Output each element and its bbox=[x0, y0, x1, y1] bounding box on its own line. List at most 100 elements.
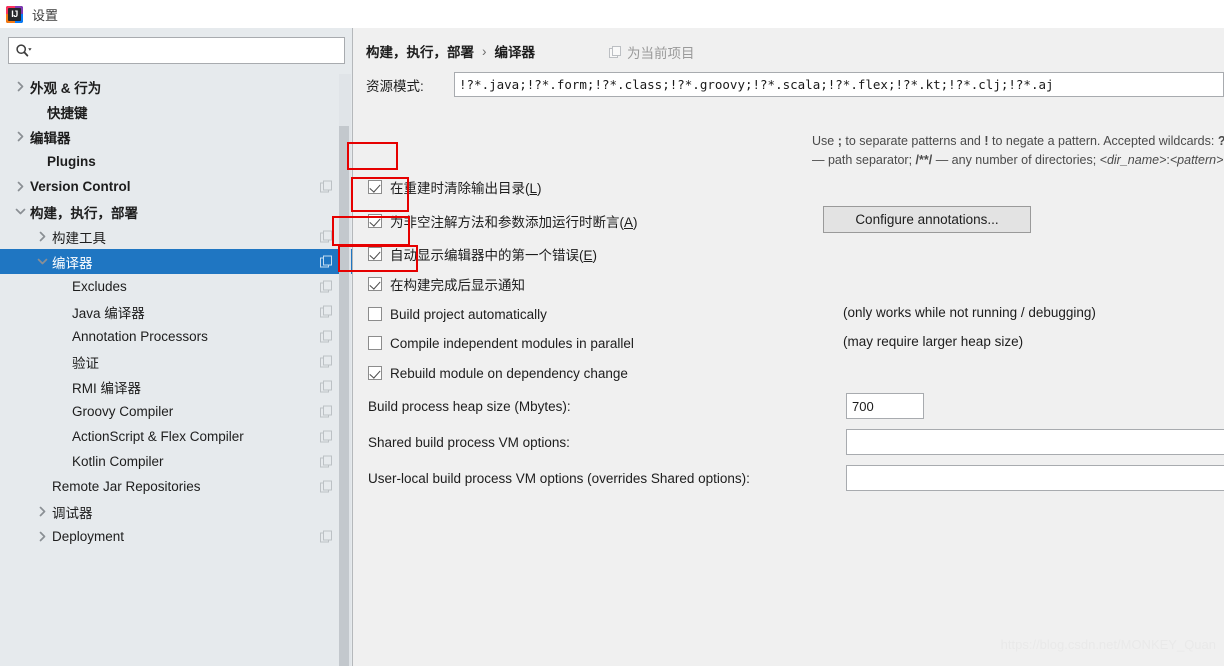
checkbox-row[interactable]: 自动显示编辑器中的第一个错误(E) bbox=[368, 243, 597, 265]
chevron-right-icon[interactable] bbox=[14, 180, 27, 193]
checkbox-input[interactable] bbox=[368, 277, 382, 291]
configure-annotations-button[interactable]: Configure annotations... bbox=[823, 206, 1031, 233]
checkbox-input[interactable] bbox=[368, 214, 382, 228]
chevron-right-icon[interactable] bbox=[36, 505, 49, 518]
sidebar-item[interactable]: Plugins bbox=[0, 149, 352, 174]
resource-patterns-input[interactable] bbox=[454, 72, 1224, 97]
resource-patterns-row: 资源模式: bbox=[366, 72, 1224, 97]
shared-vm-options-label: Shared build process VM options: bbox=[368, 435, 570, 450]
chevron-right-icon[interactable] bbox=[36, 230, 49, 243]
checkbox-label: 在构建完成后显示通知 bbox=[390, 274, 525, 294]
sidebar-item-label: 验证 bbox=[72, 355, 99, 371]
checkbox-label: 自动显示编辑器中的第一个错误(E) bbox=[390, 244, 597, 264]
sidebar-item[interactable]: ActionScript & Flex Compiler bbox=[0, 424, 352, 449]
settings-sidebar: 外观 & 行为快捷键编辑器 Plugins Version Control 构建，执行… bbox=[0, 28, 353, 666]
copy-icon bbox=[320, 230, 332, 242]
shared-vm-options-input[interactable] bbox=[846, 429, 1224, 455]
checkbox-mnemonic: L bbox=[529, 181, 538, 196]
window-title: 设置 bbox=[32, 7, 59, 23]
sidebar-item[interactable]: 验证 bbox=[0, 349, 352, 374]
checkbox-row[interactable]: 在重建时清除输出目录(L) bbox=[368, 176, 542, 198]
checkbox-input[interactable] bbox=[368, 180, 382, 194]
checkbox-input[interactable] bbox=[368, 336, 382, 350]
parallel-compile-note: (may require larger heap size) bbox=[843, 334, 1024, 349]
compiler-settings-panel: 构建，执行，部署 › 编译器 为当前项目 资源模式: Use ; to sepa… bbox=[354, 28, 1224, 666]
checkbox-label: 为非空注解方法和参数添加运行时断言(A) bbox=[390, 211, 638, 231]
checkbox-row[interactable]: Build project automatically bbox=[368, 303, 547, 325]
checkbox-mnemonic: E bbox=[583, 248, 593, 263]
sidebar-item-label: Deployment bbox=[52, 529, 125, 544]
sidebar-item[interactable]: 构建，执行，部署 bbox=[0, 199, 352, 224]
chevron-down-icon[interactable] bbox=[14, 205, 27, 218]
project-scope-indicator: 为当前项目 bbox=[609, 42, 695, 62]
checkbox-label: Rebuild module on dependency change bbox=[390, 366, 628, 381]
sidebar-item-label: Remote Jar Repositories bbox=[52, 479, 201, 494]
checkbox-input[interactable] bbox=[368, 247, 382, 261]
hint-text: Use bbox=[812, 134, 838, 148]
sidebar-item[interactable]: 快捷键 bbox=[0, 99, 352, 124]
sidebar-item[interactable]: 编译器 bbox=[0, 249, 352, 274]
checkbox-row[interactable]: Compile independent modules in parallel bbox=[368, 332, 634, 354]
chevron-right-icon[interactable] bbox=[36, 530, 49, 543]
hint-text: to separate patterns and bbox=[841, 134, 985, 148]
hint-line-1: Use ; to separate patterns and ! to nega… bbox=[812, 132, 1224, 151]
user-vm-options-input[interactable] bbox=[846, 465, 1224, 491]
sidebar-item-label: 编译器 bbox=[52, 255, 93, 271]
intellij-logo-icon: IJ bbox=[6, 5, 23, 23]
copy-icon bbox=[609, 45, 621, 58]
checkbox-input[interactable] bbox=[368, 366, 382, 380]
copy-icon bbox=[320, 405, 332, 417]
heap-size-label: Build process heap size (Mbytes): bbox=[368, 399, 571, 414]
sidebar-item[interactable]: Annotation Processors bbox=[0, 324, 352, 349]
copy-icon bbox=[320, 455, 332, 467]
heap-size-input[interactable] bbox=[846, 393, 924, 419]
sidebar-item[interactable]: Remote Jar Repositories bbox=[0, 474, 352, 499]
copy-icon bbox=[320, 180, 332, 192]
sidebar-item[interactable]: 构建工具 bbox=[0, 224, 352, 249]
sidebar-item[interactable]: Kotlin Compiler bbox=[0, 449, 352, 474]
search-box[interactable] bbox=[8, 37, 345, 64]
sidebar-item[interactable]: Groovy Compiler bbox=[0, 399, 352, 424]
sidebar-item-label: 快捷键 bbox=[47, 105, 88, 121]
hint-text: to negate a pattern. Accepted wildcards: bbox=[988, 134, 1218, 148]
search-icon bbox=[16, 44, 32, 57]
checkbox-label-text: Rebuild module on dependency change bbox=[390, 365, 628, 381]
resource-patterns-hint: Use ; to separate patterns and ! to nega… bbox=[812, 132, 1224, 170]
copy-icon bbox=[320, 480, 332, 492]
checkbox-row[interactable]: Rebuild module on dependency change bbox=[368, 362, 628, 384]
sidebar-item-label: RMI 编译器 bbox=[72, 380, 141, 396]
sidebar-item-label: Plugins bbox=[47, 154, 96, 169]
checkbox-label-suffix: ) bbox=[592, 248, 598, 263]
chevron-right-icon[interactable] bbox=[14, 130, 27, 143]
checkbox-input[interactable] bbox=[368, 307, 382, 321]
watermark: https://blog.csdn.net/MONKEY_Quan bbox=[1000, 637, 1216, 652]
sidebar-item[interactable]: Excludes bbox=[0, 274, 352, 299]
checkbox-label-text: 自动显示编辑器中的第一个错误( bbox=[390, 248, 584, 263]
chevron-right-icon[interactable] bbox=[14, 80, 27, 93]
checkbox-row[interactable]: 在构建完成后显示通知 bbox=[368, 273, 525, 295]
sidebar-item[interactable]: RMI 编译器 bbox=[0, 374, 352, 399]
copy-icon bbox=[320, 430, 332, 442]
sidebar-item[interactable]: Deployment bbox=[0, 524, 352, 549]
project-scope-label: 为当前项目 bbox=[627, 46, 695, 61]
sidebar-item[interactable]: 编辑器 bbox=[0, 124, 352, 149]
checkbox-row[interactable]: 为非空注解方法和参数添加运行时断言(A) bbox=[368, 210, 638, 232]
sidebar-item-label: Groovy Compiler bbox=[72, 404, 174, 419]
sidebar-item[interactable]: 调试器 bbox=[0, 499, 352, 524]
sidebar-scrollbar-track[interactable] bbox=[339, 74, 351, 666]
chevron-down-icon[interactable] bbox=[36, 255, 49, 268]
breadcrumb-root[interactable]: 构建，执行，部署 bbox=[366, 41, 474, 61]
copy-icon bbox=[320, 355, 332, 367]
sidebar-item-label: 编辑器 bbox=[30, 130, 71, 146]
sidebar-scrollbar-thumb[interactable] bbox=[339, 126, 349, 666]
copy-icon bbox=[320, 305, 332, 317]
sidebar-item[interactable]: 外观 & 行为 bbox=[0, 74, 352, 99]
hint-text: — any number of directories; bbox=[932, 153, 1100, 167]
checkbox-label-text: Compile independent modules in parallel bbox=[390, 335, 634, 351]
breadcrumb-current: 编译器 bbox=[494, 45, 536, 60]
sidebar-item[interactable]: Version Control bbox=[0, 174, 352, 199]
search-input[interactable] bbox=[34, 40, 324, 61]
hint-text: — path separator; bbox=[812, 153, 916, 167]
sidebar-item[interactable]: Java 编译器 bbox=[0, 299, 352, 324]
sidebar-item-label: Annotation Processors bbox=[72, 329, 208, 344]
